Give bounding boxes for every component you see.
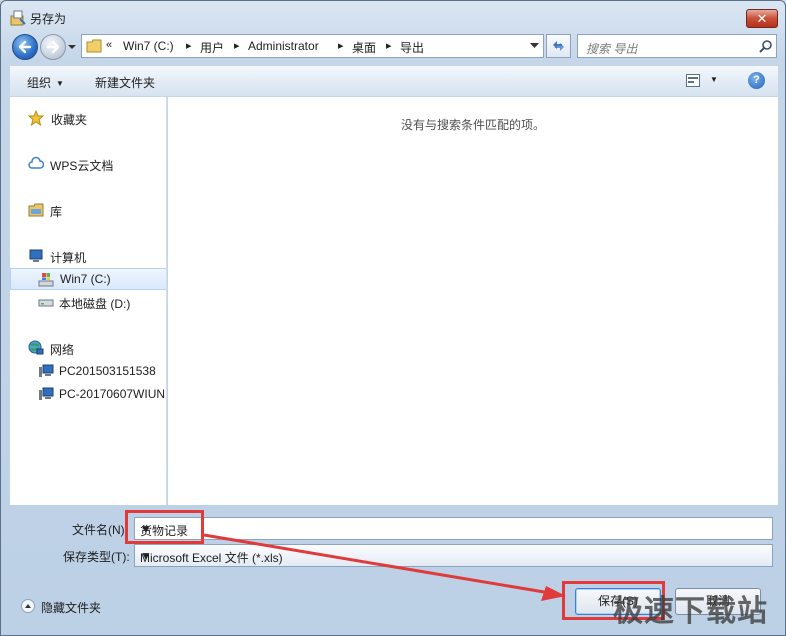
chevron-right-icon[interactable]: ▸ <box>234 39 240 52</box>
chevron-up-icon <box>21 599 35 613</box>
view-options-icon[interactable] <box>686 74 700 87</box>
caret-down-icon: ▼ <box>56 79 64 88</box>
annotation-highlight-filename <box>125 510 204 544</box>
navigation-pane: 收藏夹 WPS云文档 库 计算机 Win7 (C:) 本地磁盘 (D:) 网络 … <box>10 97 167 505</box>
arrow-right-icon <box>46 40 60 54</box>
nav-label: 本地磁盘 (D:) <box>59 297 131 311</box>
nav-item-drive-d[interactable]: 本地磁盘 (D:) <box>10 291 166 313</box>
save-dialog-icon <box>10 10 26 26</box>
forward-button[interactable] <box>40 34 66 60</box>
breadcrumb-administrator[interactable]: Administrator <box>248 39 319 53</box>
nav-item-favorites[interactable]: 收藏夹 <box>10 107 166 129</box>
arrow-left-icon <box>18 40 32 54</box>
breadcrumb-desktop[interactable]: 桌面 <box>352 39 376 56</box>
hard-drive-icon <box>38 299 54 307</box>
nav-label: 计算机 <box>50 251 87 265</box>
search-input[interactable]: 搜索 导出 <box>577 34 777 58</box>
nav-item-drive-c[interactable]: Win7 (C:) <box>10 268 166 290</box>
folder-icon <box>86 39 102 53</box>
breadcrumb-win7[interactable]: Win7 (C:) <box>123 39 174 53</box>
computer-icon <box>39 387 54 400</box>
caret-down-icon[interactable]: ▼ <box>710 75 718 84</box>
library-icon <box>28 203 44 217</box>
refresh-button[interactable] <box>546 34 571 58</box>
window-title: 另存为 <box>30 12 67 26</box>
filetype-select[interactable]: Microsoft Excel 文件 (*.xls) ▼ <box>134 544 773 567</box>
empty-message: 没有与搜索条件匹配的项。 <box>400 118 545 132</box>
new-folder-button[interactable]: 新建文件夹 <box>95 74 155 91</box>
chevron-right-icon[interactable]: ▸ <box>338 39 344 52</box>
organize-label: 组织 <box>27 76 52 90</box>
recent-locations-dropdown[interactable] <box>67 42 77 52</box>
address-bar[interactable]: « Win7 (C:) ▸ 用户 ▸ Administrator ▸ 桌面 ▸ … <box>81 34 544 58</box>
nav-label: PC201503151538 <box>59 364 156 378</box>
nav-label: WPS云文档 <box>50 159 114 173</box>
computer-icon <box>39 364 54 377</box>
computer-icon <box>29 249 43 262</box>
breadcrumb-users[interactable]: 用户 <box>200 39 224 56</box>
system-drive-icon <box>38 273 54 287</box>
nav-item-network[interactable]: 网络 <box>10 337 166 359</box>
filename-input[interactable]: 货物记录 ▼ <box>134 517 773 540</box>
filename-label: 文件名(N): <box>72 523 128 537</box>
chevron-down-icon[interactable] <box>530 43 539 49</box>
nav-item-computer[interactable]: 计算机 <box>10 245 166 267</box>
organize-menu[interactable]: 组织 ▼ <box>27 74 64 91</box>
nav-label: 网络 <box>50 343 75 357</box>
refresh-icon <box>553 41 564 51</box>
star-icon <box>28 110 44 126</box>
chevron-up-icon <box>25 604 31 608</box>
watermark-text: 极速下载站 <box>613 594 768 629</box>
nav-label: 库 <box>50 205 63 219</box>
help-icon[interactable]: ? <box>748 72 765 89</box>
title-bar: 另存为 ✕ <box>1 1 785 33</box>
back-button[interactable] <box>12 34 38 60</box>
nav-item-wps-cloud[interactable]: WPS云文档 <box>10 153 166 175</box>
cloud-icon <box>28 156 44 169</box>
hide-folders-toggle[interactable]: 隐藏文件夹 <box>21 597 131 615</box>
save-as-dialog: 另存为 ✕ « Win7 (C:) ▸ 用户 ▸ Administrator ▸… <box>0 0 786 636</box>
close-button[interactable]: ✕ <box>746 9 778 28</box>
nav-label: Win7 (C:) <box>60 272 111 286</box>
search-placeholder: 搜索 导出 <box>586 42 638 56</box>
breadcrumb-overflow[interactable]: « <box>106 39 112 51</box>
nav-item-pc1[interactable]: PC201503151538 <box>10 360 166 382</box>
filetype-label: 保存类型(T): <box>63 550 130 564</box>
nav-label: PC-20170607WIUN <box>59 387 166 401</box>
chevron-down-icon[interactable]: ▼ <box>140 549 767 563</box>
breadcrumb-export[interactable]: 导出 <box>400 39 424 56</box>
chevron-down-icon[interactable]: ▼ <box>140 522 767 536</box>
hide-folders-label: 隐藏文件夹 <box>41 601 102 615</box>
nav-item-pc2[interactable]: PC-20170607WIUN <box>10 383 166 405</box>
chevron-right-icon[interactable]: ▸ <box>386 39 392 52</box>
network-icon <box>28 340 44 355</box>
nav-item-library[interactable]: 库 <box>10 199 166 221</box>
file-list-pane[interactable]: 没有与搜索条件匹配的项。 <box>168 97 778 505</box>
nav-label: 收藏夹 <box>51 113 88 127</box>
chevron-right-icon[interactable]: ▸ <box>186 39 192 52</box>
command-toolbar: 组织 ▼ 新建文件夹 ▼ ? <box>10 65 778 96</box>
search-icon[interactable] <box>759 39 773 53</box>
